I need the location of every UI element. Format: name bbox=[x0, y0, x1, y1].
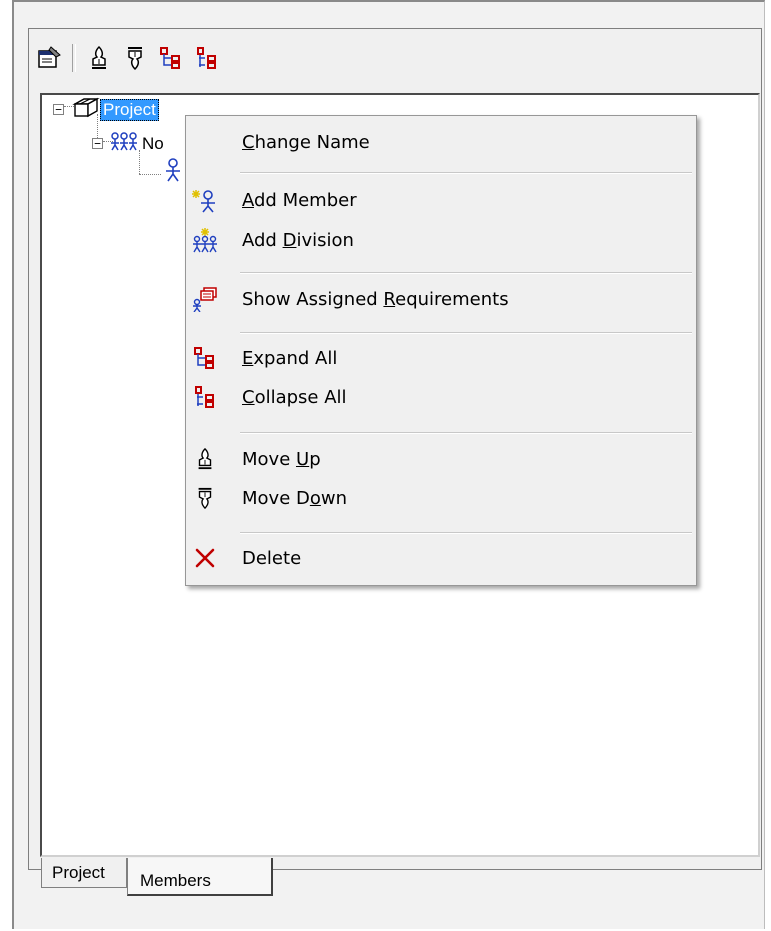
add-member-icon bbox=[192, 187, 218, 213]
tree-connector bbox=[139, 174, 161, 175]
division-icon bbox=[109, 131, 139, 156]
menu-label: Move Up bbox=[242, 448, 321, 470]
menu-label: Show Assigned Requirements bbox=[242, 288, 509, 310]
menu-separator bbox=[240, 432, 692, 434]
menu-separator bbox=[240, 172, 692, 174]
collapse-toggle-icon[interactable]: − bbox=[92, 138, 103, 149]
menu-item-move-down[interactable]: Move Down bbox=[186, 479, 696, 517]
collapse-toggle-icon[interactable]: − bbox=[53, 104, 64, 115]
move-up-icon[interactable] bbox=[84, 43, 114, 73]
menu-label: Change Name bbox=[242, 131, 370, 153]
tree-node-project[interactable]: − Project bbox=[53, 95, 159, 124]
properties-icon[interactable] bbox=[34, 43, 64, 73]
menu-item-expand-all[interactable]: Expand All bbox=[186, 339, 696, 377]
menu-item-show-assigned-requirements[interactable]: Show Assigned Requirements bbox=[186, 280, 696, 318]
tab-project[interactable]: Project bbox=[41, 858, 127, 888]
tree-node-member[interactable] bbox=[163, 158, 183, 187]
collapse-all-icon[interactable] bbox=[192, 43, 222, 73]
move-down-icon[interactable] bbox=[120, 43, 150, 73]
tree-label-division[interactable]: No bbox=[142, 134, 164, 154]
menu-item-add-division[interactable]: Add Division bbox=[186, 221, 696, 259]
collapse-all-icon bbox=[192, 384, 218, 410]
delete-icon bbox=[192, 545, 218, 571]
expand-all-icon[interactable] bbox=[156, 43, 186, 73]
toolbar-separator bbox=[72, 44, 76, 72]
move-up-icon bbox=[192, 446, 218, 472]
member-icon bbox=[163, 158, 183, 187]
tree-label-project[interactable]: Project bbox=[100, 98, 159, 121]
menu-label: Add Division bbox=[242, 229, 354, 251]
menu-label: Add Member bbox=[242, 189, 357, 211]
menu-item-change-name[interactable]: Change Name bbox=[186, 123, 696, 161]
tree-node-division[interactable]: − No bbox=[92, 131, 164, 156]
menu-separator bbox=[240, 272, 692, 274]
expand-all-icon bbox=[192, 345, 218, 371]
project-box-icon bbox=[72, 95, 100, 124]
menu-label: Collapse All bbox=[242, 386, 347, 408]
menu-item-move-up[interactable]: Move Up bbox=[186, 440, 696, 478]
menu-separator bbox=[240, 332, 692, 334]
tab-strip: Project Members bbox=[33, 858, 753, 898]
menu-item-collapse-all[interactable]: Collapse All bbox=[186, 378, 696, 416]
menu-item-delete[interactable]: Delete bbox=[186, 539, 696, 577]
menu-label: Delete bbox=[242, 547, 302, 569]
menu-separator bbox=[240, 532, 692, 534]
assigned-requirements-icon bbox=[192, 286, 218, 312]
menu-item-add-member[interactable]: Add Member bbox=[186, 181, 696, 219]
menu-label: Expand All bbox=[242, 347, 338, 369]
context-menu: Change Name Add Member Add Division Show… bbox=[185, 115, 697, 586]
move-down-icon bbox=[192, 485, 218, 511]
menu-label: Move Down bbox=[242, 487, 348, 509]
tab-members[interactable]: Members bbox=[127, 858, 273, 896]
add-division-icon bbox=[192, 227, 218, 253]
toolbar bbox=[34, 40, 434, 76]
